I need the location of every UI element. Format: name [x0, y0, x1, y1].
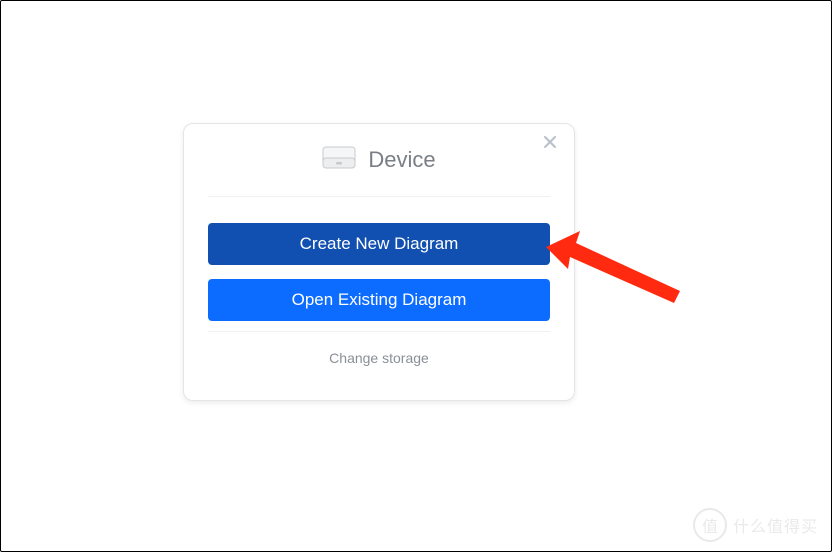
- storage-dialog: Device Create New Diagram Open Existing …: [183, 123, 575, 401]
- watermark: 值 什么值得买: [693, 508, 818, 542]
- dialog-header-content: Device: [322, 146, 435, 175]
- dialog-title: Device: [368, 147, 435, 173]
- close-icon[interactable]: [544, 136, 558, 150]
- watermark-text: 什么值得买: [733, 513, 818, 537]
- watermark-badge-icon: 值: [693, 508, 727, 542]
- dialog-body: Create New Diagram Open Existing Diagram: [184, 197, 574, 331]
- open-existing-diagram-label: Open Existing Diagram: [292, 290, 467, 310]
- open-existing-diagram-button[interactable]: Open Existing Diagram: [208, 279, 550, 321]
- create-new-diagram-button[interactable]: Create New Diagram: [208, 223, 550, 265]
- dialog-header: Device: [184, 124, 574, 196]
- watermark-badge-text: 值: [702, 513, 718, 537]
- dialog-footer: Change storage: [184, 332, 574, 390]
- change-storage-link[interactable]: Change storage: [329, 350, 429, 366]
- create-new-diagram-label: Create New Diagram: [300, 234, 459, 254]
- device-icon: [322, 146, 356, 175]
